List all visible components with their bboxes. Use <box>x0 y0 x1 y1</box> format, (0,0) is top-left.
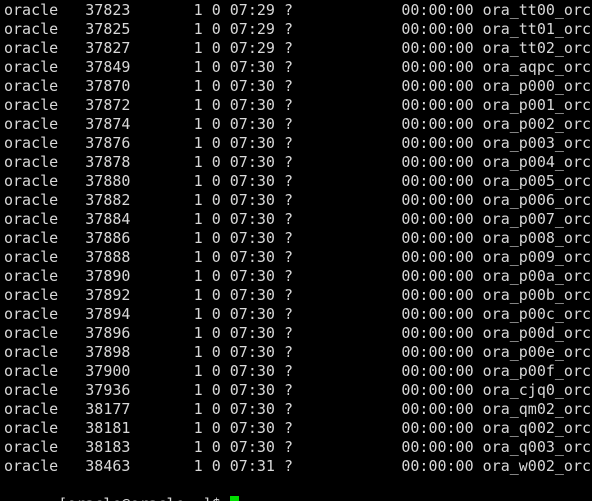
process-row: oracle 37884 1 0 07:30 ? 00:00:00 ora_p0… <box>4 210 592 228</box>
process-row: oracle 38463 1 0 07:31 ? 00:00:00 ora_w0… <box>4 457 592 475</box>
process-row: oracle 38181 1 0 07:30 ? 00:00:00 ora_q0… <box>4 419 592 437</box>
process-row: oracle 37849 1 0 07:30 ? 00:00:00 ora_aq… <box>4 58 592 76</box>
process-row: oracle 37892 1 0 07:30 ? 00:00:00 ora_p0… <box>4 286 592 304</box>
process-row: oracle 37874 1 0 07:30 ? 00:00:00 ora_p0… <box>4 115 592 133</box>
process-row: oracle 37823 1 0 07:29 ? 00:00:00 ora_tt… <box>4 1 592 19</box>
process-row: oracle 37872 1 0 07:30 ? 00:00:00 ora_p0… <box>4 96 592 114</box>
shell-prompt-text: [oracle@oracle ~]$ <box>58 495 230 501</box>
process-row: oracle 37876 1 0 07:30 ? 00:00:00 ora_p0… <box>4 134 592 152</box>
process-row: oracle 37888 1 0 07:30 ? 00:00:00 ora_p0… <box>4 248 592 266</box>
process-row: oracle 37827 1 0 07:29 ? 00:00:00 ora_tt… <box>4 39 592 57</box>
process-list: oracle 37823 1 0 07:29 ? 00:00:00 ora_tt… <box>4 1 592 476</box>
process-row: oracle 37886 1 0 07:30 ? 00:00:00 ora_p0… <box>4 229 592 247</box>
process-row: oracle 38177 1 0 07:30 ? 00:00:00 ora_qm… <box>4 400 592 418</box>
process-row: oracle 37898 1 0 07:30 ? 00:00:00 ora_p0… <box>4 343 592 361</box>
process-row: oracle 37896 1 0 07:30 ? 00:00:00 ora_p0… <box>4 324 592 342</box>
shell-prompt-row[interactable]: [oracle@oracle ~]$ <box>4 476 592 501</box>
process-row: oracle 37878 1 0 07:30 ? 00:00:00 ora_p0… <box>4 153 592 171</box>
terminal-window[interactable]: oracle 37823 1 0 07:29 ? 00:00:00 ora_tt… <box>0 0 592 501</box>
process-row: oracle 37870 1 0 07:30 ? 00:00:00 ora_p0… <box>4 77 592 95</box>
process-row: oracle 37936 1 0 07:30 ? 00:00:00 ora_cj… <box>4 381 592 399</box>
process-row: oracle 37880 1 0 07:30 ? 00:00:00 ora_p0… <box>4 172 592 190</box>
text-cursor <box>229 496 239 501</box>
process-row: oracle 38183 1 0 07:30 ? 00:00:00 ora_q0… <box>4 438 592 456</box>
process-row: oracle 37825 1 0 07:29 ? 00:00:00 ora_tt… <box>4 20 592 38</box>
terminal-screen: oracle 37823 1 0 07:29 ? 00:00:00 ora_tt… <box>4 1 592 501</box>
process-row: oracle 37894 1 0 07:30 ? 00:00:00 ora_p0… <box>4 305 592 323</box>
process-row: oracle 37882 1 0 07:30 ? 00:00:00 ora_p0… <box>4 191 592 209</box>
process-row: oracle 37900 1 0 07:30 ? 00:00:00 ora_p0… <box>4 362 592 380</box>
process-row: oracle 37890 1 0 07:30 ? 00:00:00 ora_p0… <box>4 267 592 285</box>
